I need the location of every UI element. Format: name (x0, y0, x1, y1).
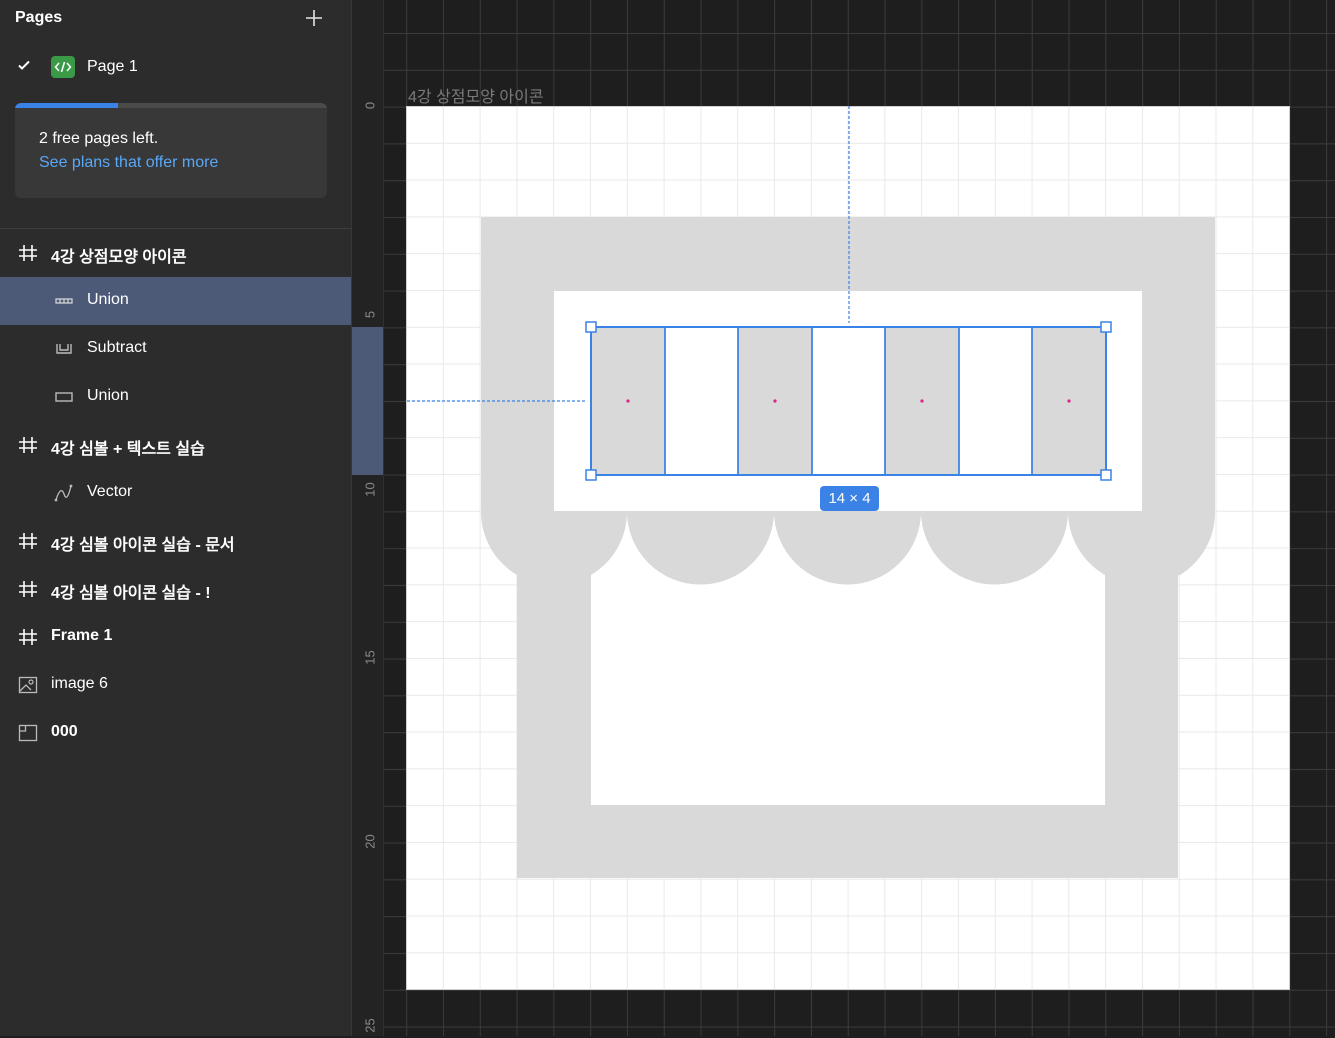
awning-scallops-front (627, 511, 1068, 585)
block-center-point (626, 399, 630, 403)
selection-size-badge: 14 × 4 (820, 486, 879, 511)
resize-handle-bottom-left (585, 469, 597, 481)
block-center-point (1067, 399, 1071, 403)
block-center-point (920, 399, 924, 403)
store-icon-artwork[interactable] (0, 0, 1335, 1036)
resize-handle-top-right (1100, 321, 1112, 333)
resize-handle-bottom-right (1100, 469, 1112, 481)
resize-handle-top-left (585, 321, 597, 333)
block-center-point (773, 399, 777, 403)
